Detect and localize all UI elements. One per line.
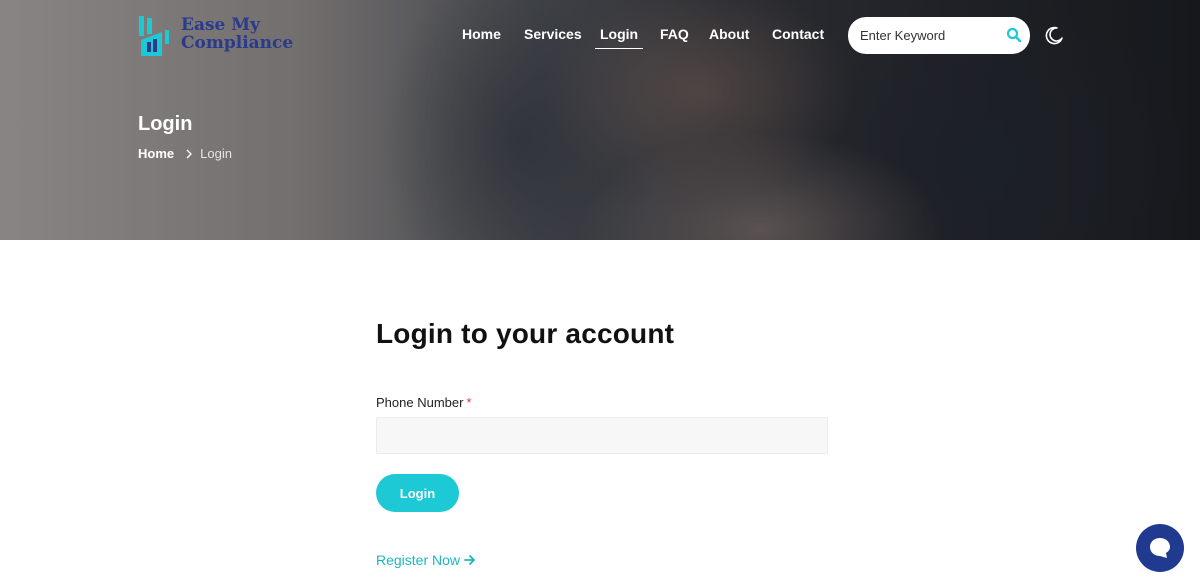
breadcrumb-home[interactable]: Home <box>138 146 174 161</box>
moon-icon[interactable] <box>1044 25 1064 45</box>
hero-banner: Ease My Compliance Home Services Login F… <box>0 0 1200 240</box>
nav-home[interactable]: Home <box>462 26 501 42</box>
brand-logo[interactable]: Ease My Compliance <box>138 12 298 60</box>
nav-services[interactable]: Services <box>524 26 582 42</box>
chevron-right-icon <box>186 149 193 158</box>
nav-about[interactable]: About <box>709 26 749 42</box>
search-icon[interactable] <box>1006 27 1022 43</box>
login-form: Login to your account Phone Number * Logi… <box>376 318 828 568</box>
required-mark: * <box>466 395 472 410</box>
register-now-label: Register Now <box>376 552 461 568</box>
phone-label-text: Phone Number <box>376 395 464 410</box>
search-input[interactable] <box>860 26 1000 44</box>
nav-login[interactable]: Login <box>594 26 644 49</box>
page-title: Login <box>138 113 193 135</box>
phone-number-input[interactable] <box>376 417 828 454</box>
phone-label: Phone Number * <box>376 395 472 410</box>
arrow-right-icon <box>464 555 475 565</box>
register-now-link[interactable]: Register Now <box>376 552 476 568</box>
form-heading: Login to your account <box>376 318 675 349</box>
logo-mark-icon <box>139 16 169 56</box>
brand-line-2: Compliance <box>181 33 294 53</box>
nav-faq[interactable]: FAQ <box>660 26 689 42</box>
brand-line-1: Ease My <box>181 15 260 35</box>
chat-bubble-icon <box>1150 538 1170 558</box>
nav-contact[interactable]: Contact <box>772 26 824 42</box>
chat-button[interactable] <box>1136 524 1184 572</box>
login-button[interactable]: Login <box>376 474 459 512</box>
search-box <box>848 17 1030 54</box>
breadcrumb: Home Login <box>138 146 232 161</box>
breadcrumb-current: Login <box>200 146 232 161</box>
